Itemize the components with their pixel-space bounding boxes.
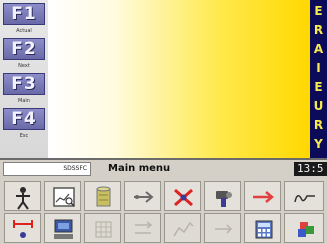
dim-arrows-button[interactable] [124, 213, 161, 243]
colors-icon [298, 222, 314, 237]
f4-key[interactable]: F4 Esc [3, 108, 45, 142]
delete-button[interactable] [164, 181, 201, 211]
menu-title-bar: SDSSFC Main menu 13:5 [0, 160, 327, 178]
side-letter: U [313, 99, 324, 113]
f3-key-label: Main [18, 98, 30, 104]
dim-arrows-icon [135, 221, 153, 234]
side-letter: E [314, 4, 323, 18]
function-key-panel: F1 Actual F2 Next F3 Main F4 Esc [0, 0, 49, 158]
dim-arrow-button[interactable] [204, 213, 241, 243]
chart-window-button[interactable] [44, 181, 81, 211]
red-arrow-icon [253, 191, 274, 203]
side-letter: R [313, 23, 324, 37]
red-arrow-button[interactable] [244, 181, 281, 211]
side-letter-strip: E R A I E U R Y [310, 0, 327, 158]
text-button[interactable] [284, 181, 324, 211]
f4-key-cap[interactable]: F4 [3, 108, 45, 130]
f4-key-label: Esc [19, 133, 29, 139]
cylinder-icon [96, 186, 111, 207]
f2-key-label: Next [18, 63, 30, 69]
page-title: Main menu [108, 163, 171, 174]
f1-key-cap[interactable]: F1 [3, 3, 45, 25]
f3-key[interactable]: F3 Main [3, 73, 45, 107]
tools-button[interactable] [204, 181, 241, 211]
range-button[interactable] [4, 213, 41, 243]
clock-display: 13:5 [294, 162, 327, 176]
side-letter: A [313, 42, 324, 56]
computer-icon [54, 219, 73, 239]
arrow-button[interactable] [124, 181, 161, 211]
side-letter: E [314, 80, 323, 94]
f3-key-cap[interactable]: F3 [3, 73, 45, 95]
side-letter: Y [314, 137, 323, 151]
range-icon [13, 220, 33, 238]
side-letter: I [316, 61, 321, 75]
tools-icon [216, 191, 232, 207]
red-cross-icon [174, 188, 193, 207]
f2-key[interactable]: F2 Next [3, 38, 45, 72]
main-display-area [48, 0, 310, 158]
cylinder-button[interactable] [84, 181, 121, 211]
computer-button[interactable] [44, 213, 81, 243]
grid-button[interactable] [84, 213, 121, 243]
text-cursor-icon [294, 195, 315, 203]
grid-dim-icon [95, 221, 112, 238]
f2-key-cap[interactable]: F2 [3, 38, 45, 60]
stick-figure-button[interactable] [4, 181, 41, 211]
identifier-field[interactable]: SDSSFC [3, 162, 91, 176]
f1-key[interactable]: F1 Actual [3, 3, 45, 37]
arrow-right-icon [134, 191, 154, 203]
chart-window-icon [53, 187, 75, 207]
side-letter: R [313, 118, 324, 132]
dim-arrow-icon [215, 224, 233, 234]
calculator-button[interactable] [244, 213, 281, 243]
f1-key-label: Actual [16, 28, 32, 34]
main-menu-toolbar [0, 178, 327, 244]
calculator-icon [255, 220, 273, 239]
colors-button[interactable] [284, 213, 324, 243]
stick-figure-icon [16, 187, 30, 210]
dim-chart-icon [173, 221, 194, 237]
dim-chart-button[interactable] [164, 213, 201, 243]
